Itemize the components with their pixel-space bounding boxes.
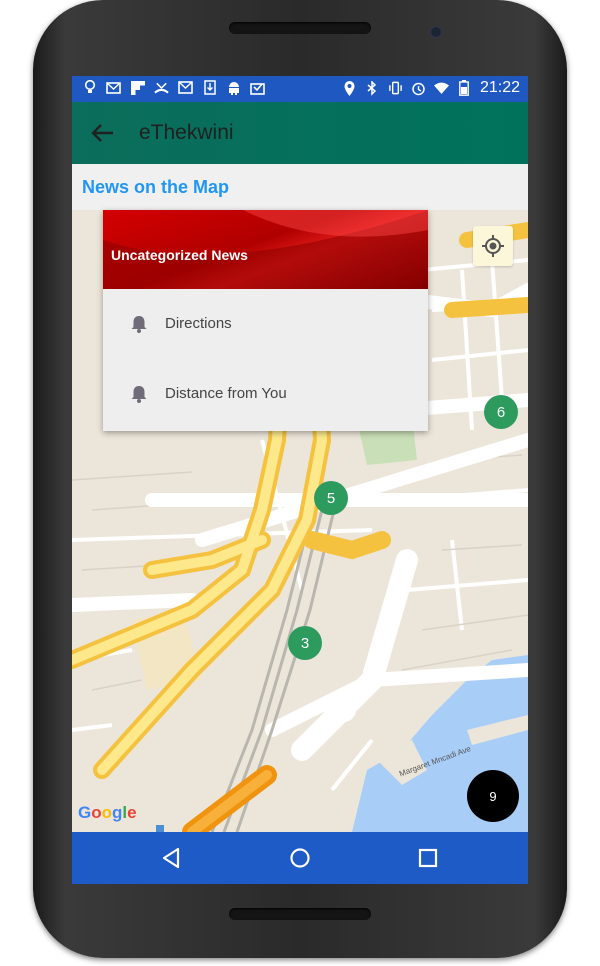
nav-recents-button[interactable] [414, 844, 442, 872]
mail-icon [106, 80, 121, 95]
gmail-icon [178, 80, 193, 95]
cluster-marker-3[interactable]: 3 [288, 626, 322, 660]
my-location-button[interactable] [473, 226, 513, 266]
google-logo-letter: o [101, 803, 113, 822]
flipboard-icon [130, 80, 145, 95]
nav-home-button[interactable] [286, 844, 314, 872]
google-attribution: Google [78, 803, 137, 823]
cluster-marker-6[interactable]: 6 [484, 395, 518, 429]
google-logo-letter: e [127, 803, 137, 822]
missed-call-icon [154, 80, 169, 95]
bluetooth-icon [365, 80, 380, 96]
download-icon [202, 80, 217, 95]
alarm-icon [411, 81, 426, 96]
bulb-icon [82, 80, 97, 95]
recents-square-icon [418, 848, 438, 868]
bell-icon [131, 386, 147, 403]
status-time: 21:22 [479, 79, 520, 96]
location-icon [342, 80, 357, 96]
popup-item-distance[interactable]: Distance from You [103, 359, 428, 429]
bell-icon [131, 316, 147, 333]
wifi-icon [433, 81, 449, 96]
battery-icon [457, 80, 472, 96]
google-logo-text: Google [78, 803, 137, 822]
top-speaker [229, 22, 371, 34]
bottom-speaker [229, 908, 371, 920]
google-logo-letter: o [91, 803, 102, 822]
google-logo-letter: G [78, 803, 92, 822]
system-icons: 21:22 [342, 79, 520, 97]
app-title: eThekwini [139, 121, 234, 144]
inbox-icon [250, 80, 265, 95]
status-bar: 21:22 [72, 76, 528, 102]
popup-header: Uncategorized News [103, 210, 428, 289]
app-bar: eThekwini [72, 102, 528, 164]
navigation-bar [72, 832, 528, 884]
popup-item-label: Directions [165, 315, 232, 332]
nav-back-button[interactable] [158, 844, 186, 872]
screen: 21:22 eThekwini News on the Map Margaret… [72, 76, 528, 884]
android-icon [226, 80, 241, 95]
section-title: News on the Map [82, 177, 230, 197]
vibrate-icon [388, 81, 403, 96]
back-button[interactable] [90, 122, 116, 144]
section-header: News on the Map [72, 164, 528, 210]
cluster-marker-5[interactable]: 5 [314, 481, 348, 515]
news-popup: Uncategorized News Directions Distance f… [103, 210, 428, 431]
popup-item-directions[interactable]: Directions [103, 289, 428, 359]
front-camera [430, 26, 442, 38]
popup-title: Uncategorized News [111, 247, 248, 263]
news-count-fab[interactable]: 9 [467, 770, 519, 822]
crosshair-icon [482, 235, 504, 257]
back-triangle-icon [162, 847, 180, 869]
home-circle-icon [290, 848, 310, 868]
notification-icons [82, 80, 265, 95]
google-logo-letter: g [112, 803, 123, 822]
popup-item-label: Distance from You [165, 385, 287, 402]
arrow-left-icon [91, 124, 113, 142]
